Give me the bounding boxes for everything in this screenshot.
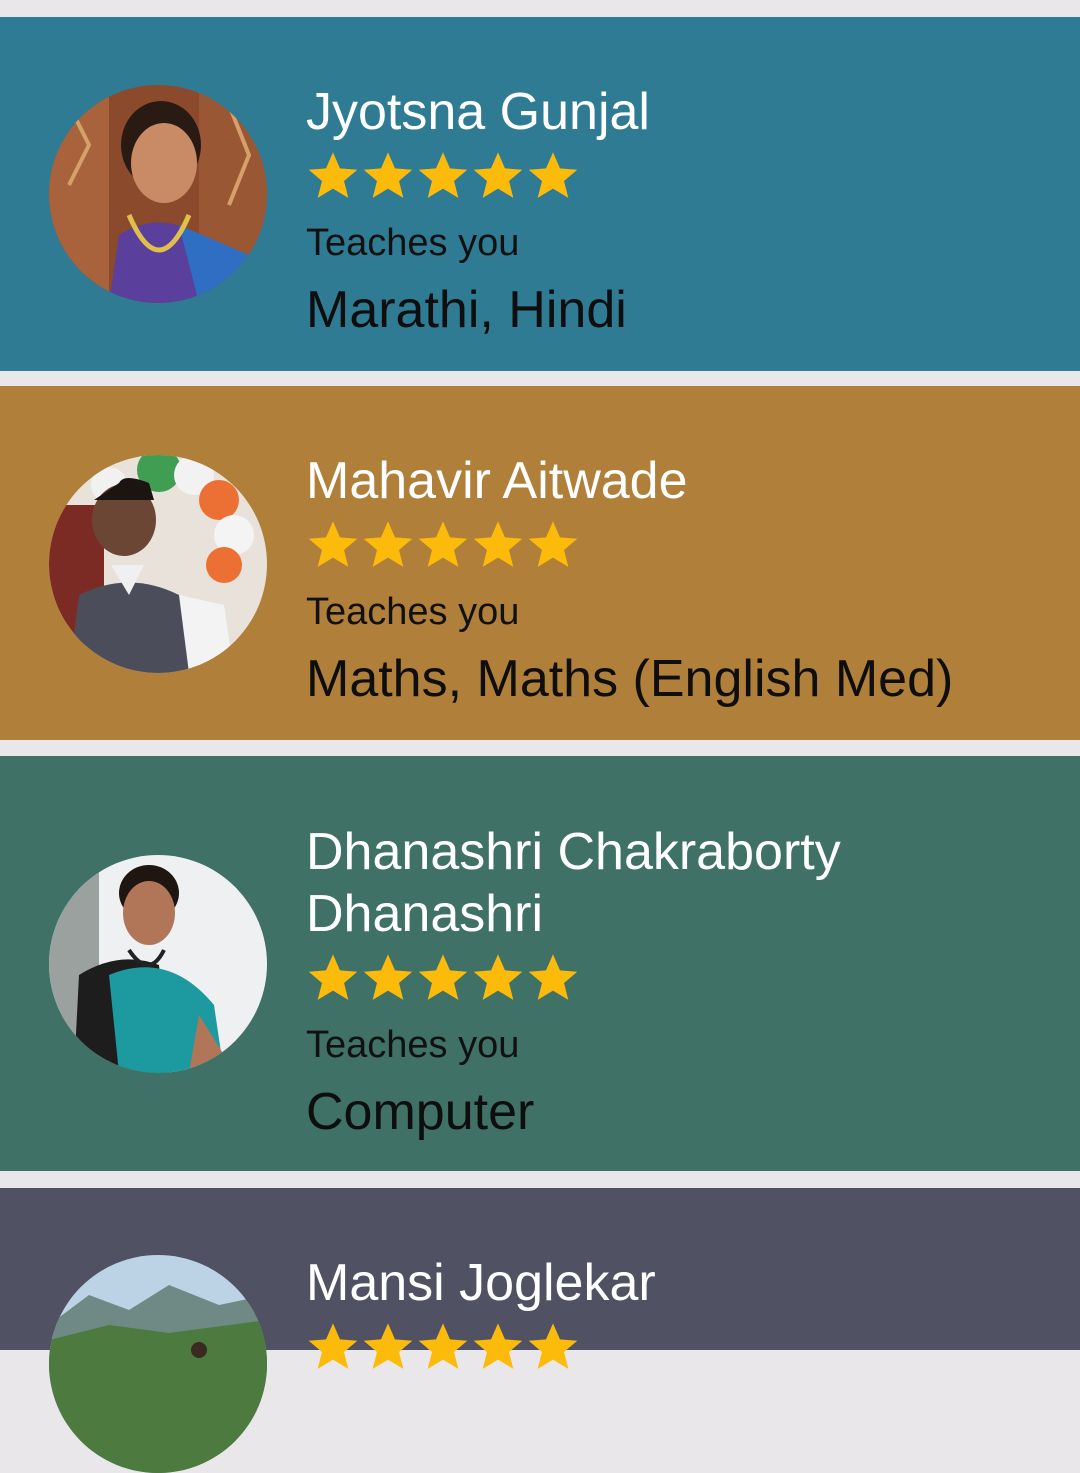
teacher-avatar — [49, 455, 267, 673]
teacher-card[interactable]: Dhanashri Chakraborty Dhanashri Teaches … — [0, 756, 1080, 1171]
star-icon — [363, 1323, 413, 1369]
star-icon — [418, 1323, 468, 1369]
rating-stars — [306, 518, 1040, 572]
teacher-avatar — [49, 1255, 267, 1473]
rating-stars — [306, 1320, 1040, 1374]
teacher-card[interactable]: Mahavir Aitwade Teaches you Maths, Maths… — [0, 386, 1080, 740]
star-icon — [308, 954, 358, 1000]
teacher-subjects: Computer — [306, 1083, 535, 1141]
teacher-avatar — [49, 855, 267, 1073]
teacher-name: Mahavir Aitwade — [306, 452, 688, 510]
star-icon — [308, 521, 358, 567]
star-icon — [418, 521, 468, 567]
teacher-name: Dhanashri Chakraborty Dhanashri — [306, 823, 841, 943]
star-icon — [528, 954, 578, 1000]
teacher-subjects: Marathi, Hindi — [306, 281, 627, 339]
teacher-subjects: Maths, Maths (English Med) — [306, 650, 954, 708]
star-icon — [363, 152, 413, 198]
star-icon — [528, 521, 578, 567]
star-icon — [418, 152, 468, 198]
teacher-name: Jyotsna Gunjal — [306, 83, 650, 141]
star-icon — [418, 954, 468, 1000]
star-icon — [473, 152, 523, 198]
teaches-label: Teaches you — [306, 1024, 520, 1066]
rating-stars — [306, 149, 1040, 203]
star-icon — [473, 1323, 523, 1369]
star-icon — [308, 1323, 358, 1369]
teacher-card[interactable]: Mansi Joglekar — [0, 1188, 1080, 1473]
star-icon — [528, 152, 578, 198]
teacher-name: Mansi Joglekar — [306, 1254, 656, 1312]
star-icon — [363, 521, 413, 567]
star-icon — [473, 954, 523, 1000]
teaches-label: Teaches you — [306, 222, 520, 264]
star-icon — [308, 152, 358, 198]
teacher-card[interactable]: Jyotsna Gunjal Teaches you Marathi, Hind… — [0, 17, 1080, 371]
teacher-avatar — [49, 85, 267, 303]
star-icon — [363, 954, 413, 1000]
teaches-label: Teaches you — [306, 591, 520, 633]
rating-stars — [306, 951, 1040, 1005]
star-icon — [528, 1323, 578, 1369]
star-icon — [473, 521, 523, 567]
